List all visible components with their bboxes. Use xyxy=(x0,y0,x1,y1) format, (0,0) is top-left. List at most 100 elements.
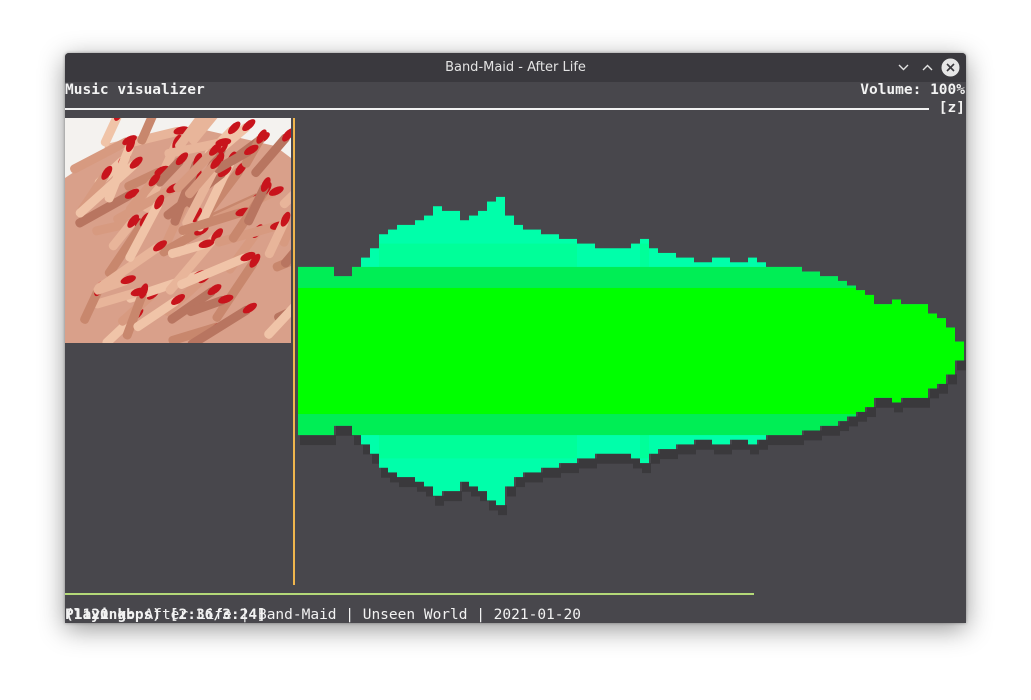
visualizer-bar-center xyxy=(892,299,901,403)
visualizer-bar-shadow xyxy=(678,444,687,455)
visualizer-bar-center xyxy=(334,287,343,415)
minimize-button[interactable] xyxy=(894,58,913,77)
visualizer-bar-center xyxy=(325,287,334,415)
visualizer-bar-shadow xyxy=(687,444,696,455)
visualizer-bar-center xyxy=(820,287,829,415)
visualizer-bar-shadow xyxy=(300,435,309,446)
visualizer-bar-shadow xyxy=(453,491,462,502)
visualizer-bar-center xyxy=(946,327,955,375)
vertical-divider xyxy=(293,118,295,585)
visualizer-bar-center xyxy=(901,304,910,398)
visualizer-bar-shadow xyxy=(795,435,804,446)
visualizer-bar-shadow xyxy=(759,439,768,450)
visualizer-bar-shadow xyxy=(543,467,552,478)
visualizer-bar-center xyxy=(910,304,919,398)
track-info: After Life | Band-Maid | Unseen World | … xyxy=(144,607,581,623)
visualizer-bar-center xyxy=(550,287,559,415)
close-button[interactable] xyxy=(941,58,960,77)
window-titlebar[interactable]: Band-Maid - After Life xyxy=(65,53,966,82)
visualizer-bar-shadow xyxy=(912,397,921,408)
visualizer-bar-center xyxy=(802,287,811,415)
visualizer-bar-shadow xyxy=(642,463,651,474)
visualizer-bar-shadow xyxy=(507,486,516,497)
visualizer-bar-center xyxy=(676,287,685,415)
visualizer-bar-center xyxy=(703,287,712,415)
volume-indicator: Volume: 100% xyxy=(860,82,965,98)
visualizer-bar-center xyxy=(460,287,469,415)
visualizer-bar-center xyxy=(748,287,757,415)
visualizer-bar-center xyxy=(568,287,577,415)
visualizer-bar-center xyxy=(577,287,586,415)
visualizer-bar-center xyxy=(523,287,532,415)
close-icon xyxy=(941,58,960,77)
player-window: Band-Maid - After Life Music visualizer … xyxy=(65,53,966,623)
visualizer-bar-center xyxy=(622,287,631,415)
visualizer-bar-center xyxy=(595,287,604,415)
visualizer-bar-shadow xyxy=(669,449,678,460)
visualizer-bar-shadow xyxy=(894,402,903,413)
visualizer-bar-center xyxy=(541,287,550,415)
visualizer-bar-center xyxy=(721,287,730,415)
visualizer-bar-center xyxy=(730,287,739,415)
visualizer-bar-shadow xyxy=(588,458,597,469)
visualizer-bar-center xyxy=(298,287,307,415)
visualizer-bar-center xyxy=(343,287,352,415)
visualizer-bar-center xyxy=(919,304,928,398)
visualizer-bar-shadow xyxy=(444,491,453,502)
visualizer-bar-shadow xyxy=(597,453,606,464)
visualizer-bar-center xyxy=(883,304,892,398)
visualizer-bar-shadow xyxy=(723,444,732,455)
visualizer-bar-center xyxy=(469,287,478,415)
chevron-up-icon xyxy=(922,64,933,71)
visualizer-bar-center xyxy=(487,287,496,415)
visualizer-bar-shadow xyxy=(570,463,579,474)
playing-label: Playing: xyxy=(65,607,135,623)
window-title: Band-Maid - After Life xyxy=(445,60,586,75)
visualizer-bar-center xyxy=(451,287,460,415)
visualizer-bar-shadow xyxy=(777,435,786,446)
visualizer-bar-shadow xyxy=(732,439,741,450)
visualizer-bar-center xyxy=(388,287,397,415)
visualizer-bar-shadow xyxy=(840,421,849,432)
header-title: Music visualizer xyxy=(65,82,205,98)
visualizer-bar-center xyxy=(532,287,541,415)
album-cover-image xyxy=(65,118,291,343)
visualizer-bar-center xyxy=(685,287,694,415)
visualizer-bar-shadow xyxy=(309,435,318,446)
visualizer-bar-shadow xyxy=(714,444,723,455)
visualizer-bar-shadow xyxy=(552,467,561,478)
visualizer-bar-center xyxy=(307,287,316,415)
visualizer-bar-center xyxy=(667,287,676,415)
visualizer-bar-center xyxy=(838,287,847,415)
visualizer-bar-shadow xyxy=(876,397,885,408)
visualizer-bar-center xyxy=(505,287,514,415)
visualizer-bar-center xyxy=(613,287,622,415)
visualizer-bar-shadow xyxy=(948,374,957,385)
visualizer-bar-center xyxy=(514,287,523,415)
visualizer-bar-center xyxy=(397,287,406,415)
visualizer-bar-shadow xyxy=(318,435,327,446)
visualizer-bar-center xyxy=(793,287,802,415)
visualizer-bar-shadow xyxy=(615,453,624,464)
visualizer-bar-shadow xyxy=(579,458,588,469)
visualizer-bar-center xyxy=(559,287,568,415)
toggle-key-hint[interactable]: [z] xyxy=(939,100,965,117)
visualizer-bar-shadow xyxy=(435,495,444,506)
visualizer-bar-shadow xyxy=(336,425,345,436)
visualizer-bar-center xyxy=(766,287,775,415)
maximize-button[interactable] xyxy=(918,58,937,77)
visualizer-bar-shadow xyxy=(534,472,543,483)
visualizer-bar-center xyxy=(955,341,964,361)
visualizer-bar-shadow xyxy=(813,430,822,441)
visualizer-bar-center xyxy=(478,287,487,415)
chevron-down-icon xyxy=(898,64,909,71)
visualizer-bar-center xyxy=(640,287,649,415)
header-divider xyxy=(65,108,929,110)
visualizer-bar-center xyxy=(712,287,721,415)
visualizer-bar-shadow xyxy=(516,477,525,488)
visualizer-bar-center xyxy=(829,287,838,415)
playback-progress-bar[interactable] xyxy=(65,593,755,595)
visualizer-bar-center xyxy=(361,287,370,415)
status-bar: Playing: After Life | Band-Maid | Unseen… xyxy=(65,604,966,623)
visualizer-bar-center xyxy=(442,287,451,415)
